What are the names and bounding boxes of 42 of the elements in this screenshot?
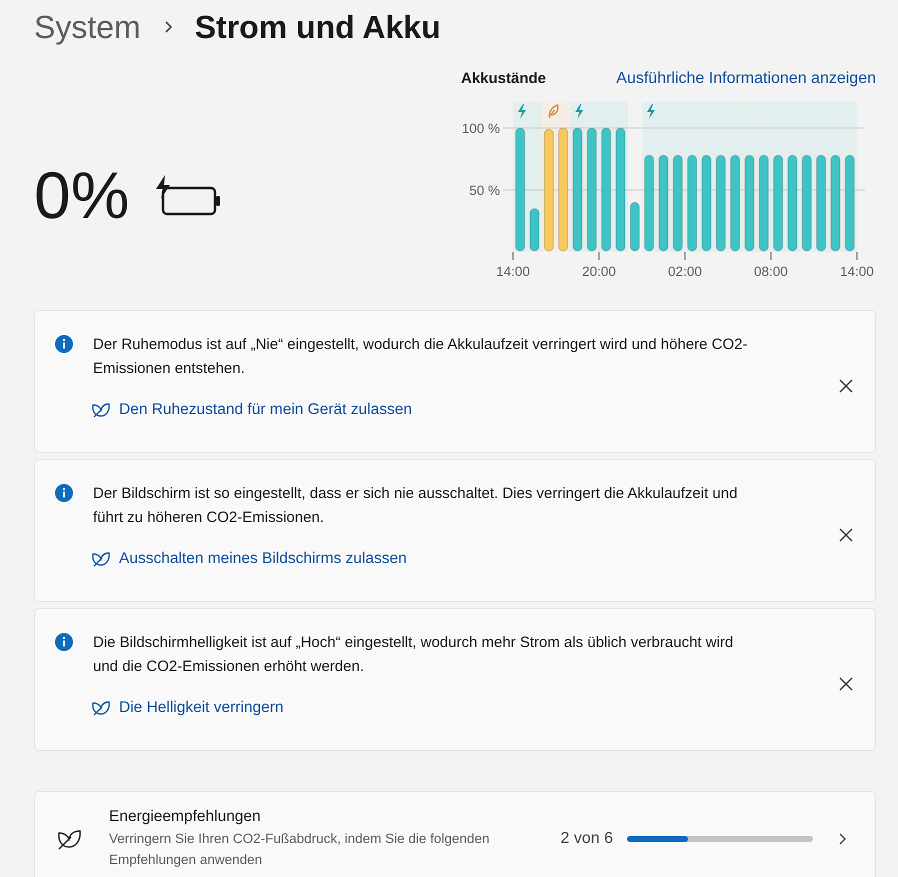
close-icon: [839, 528, 853, 542]
x-axis-tick: [598, 252, 600, 260]
chart-title: Akkustände: [461, 70, 546, 87]
lightning-icon: [518, 104, 526, 119]
leaf-icon: [548, 104, 559, 119]
lightning-icon: [646, 104, 655, 119]
close-icon: [839, 677, 853, 691]
notice-text: Die Bildschirmhelligkeit ist auf „Hoch“ eingestellt, wodurch mehr Strom als üblich verbraucht wird und die CO2-Emissionen erhöht werden.: [93, 633, 734, 677]
x-axis-tick: [684, 252, 686, 260]
recommendations-card[interactable]: Energieempfehlungen Verringern Sie Ihren CO2-Fußabdruck, indem Sie die folgenden Empfehlungen anwenden 2 von 6: [34, 791, 876, 877]
leaf-icon: [91, 401, 111, 419]
notice-link[interactable]: Ausschalten meines Bildschirms zulassen: [119, 550, 407, 568]
x-axis-tick: [512, 252, 514, 260]
info-icon: [55, 484, 73, 502]
y-axis-label: 100 %: [462, 121, 500, 136]
x-axis-label: 08:00: [754, 264, 788, 279]
leaf-icon: [91, 699, 111, 717]
x-axis-label: 14:00: [496, 264, 530, 279]
notice-link[interactable]: Den Ruhezustand für mein Gerät zulassen: [119, 401, 412, 419]
x-axis-label: 02:00: [668, 264, 702, 279]
progress-count: 2 von 6: [560, 830, 613, 848]
close-icon: [839, 379, 853, 393]
info-icon: [55, 633, 73, 651]
battery-percentage: 0%: [34, 157, 130, 233]
chevron-icon: [837, 832, 847, 846]
info-icon: [55, 335, 73, 353]
notice-text: Der Bildschirm ist so eingestellt, dass er sich nie ausschaltet. Dies verringert die Akkulaufzeit und führt zu höheren CO2-Emissionen.: [93, 484, 738, 528]
lightning-icon: [575, 104, 584, 119]
x-axis-label: 14:00: [840, 264, 874, 279]
x-axis-tick: [856, 252, 858, 260]
notice-text: Der Ruhemodus ist auf „Nie“ eingestellt, wodurch die Akkulaufzeit verringert wird und höhere CO2-Emissionen entstehen.: [93, 335, 748, 379]
x-axis-label: 20:00: [582, 264, 616, 279]
breadcrumb-parent[interactable]: System: [34, 8, 141, 46]
recommendations-description: Verringern Sie Ihren CO2-Fußabdruck, indem Sie die folgenden Empfehlungen anwenden: [109, 830, 490, 869]
details-link[interactable]: Ausführliche Informationen anzeigen: [616, 70, 876, 88]
recommendations-title: Energieempfehlungen: [109, 808, 262, 826]
x-axis-tick: [770, 252, 772, 260]
page-title: Strom und Akku: [194, 8, 441, 46]
chevron-icon: [162, 20, 173, 34]
y-axis-label: 50 %: [469, 183, 500, 198]
leaf-icon: [91, 550, 111, 568]
notice-link[interactable]: Die Helligkeit verringern: [119, 699, 284, 717]
